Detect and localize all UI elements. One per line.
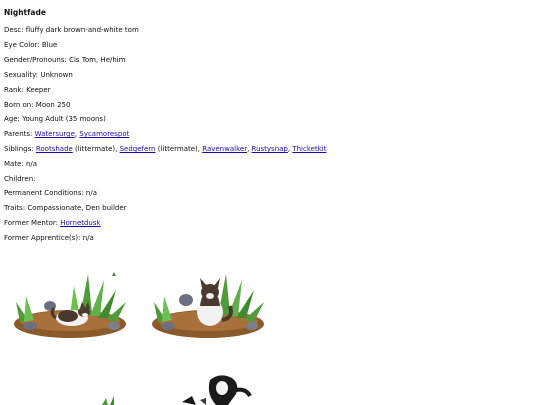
parents-label: Parents: [4,130,35,138]
siblings-field: Siblings: Rootshade (littermate), Sedgef… [4,144,326,154]
partial-sprite [182,375,252,405]
parent-link-watersurge[interactable]: Watersurge [35,130,75,138]
sibling-link-rustysnap[interactable]: Rustysnap [252,145,288,153]
gender-field: Gender/Pronouns: Cis Tom, He/him [4,56,126,64]
mentor-label: Former Mentor: [4,219,61,227]
children-field: Children: [4,175,36,183]
sibling-link-thicketkit[interactable]: Thicketkit [292,145,326,153]
kitten-sprite [14,272,126,338]
mate-field: Mate: n/a [4,160,38,168]
littermate-note: (littermate), [155,145,203,153]
young-adult-sprite [152,274,264,338]
desc-field: Desc: fluffy dark brown-and-white tom [4,26,139,34]
partial-sprite [102,396,114,405]
rank-field: Rank: Keeper [4,86,51,94]
eye-color-field: Eye Color: Blue [4,41,58,49]
sibling-link-sedgefern[interactable]: Sedgefern [120,145,156,153]
siblings-label: Siblings: [4,145,36,153]
sexuality-field: Sexuality: Unknown [4,71,73,79]
littermate-note: (littermate), [72,145,120,153]
cat-name: Nightfade [4,8,46,17]
sibling-link-ravenwalker[interactable]: Ravenwalker [202,145,247,153]
parents-field: Parents: Watersurge, Sycamorespot [4,129,129,139]
apprentice-field: Former Apprentice(s): n/a [4,234,94,242]
born-field: Born on: Moon 250 [4,101,71,109]
traits-field: Traits: Compassionate, Den builder [4,204,127,212]
mentor-link-hornetdusk[interactable]: Hornetdusk [60,219,100,227]
conditions-field: Permanent Conditions: n/a [4,189,98,197]
age-field: Age: Young Adult (35 moons) [4,115,106,123]
mentor-field: Former Mentor: Hornetdusk [4,218,101,228]
parent-link-sycamorespot[interactable]: Sycamorespot [79,130,129,138]
sibling-link-rootshade[interactable]: Rootshade [36,145,73,153]
